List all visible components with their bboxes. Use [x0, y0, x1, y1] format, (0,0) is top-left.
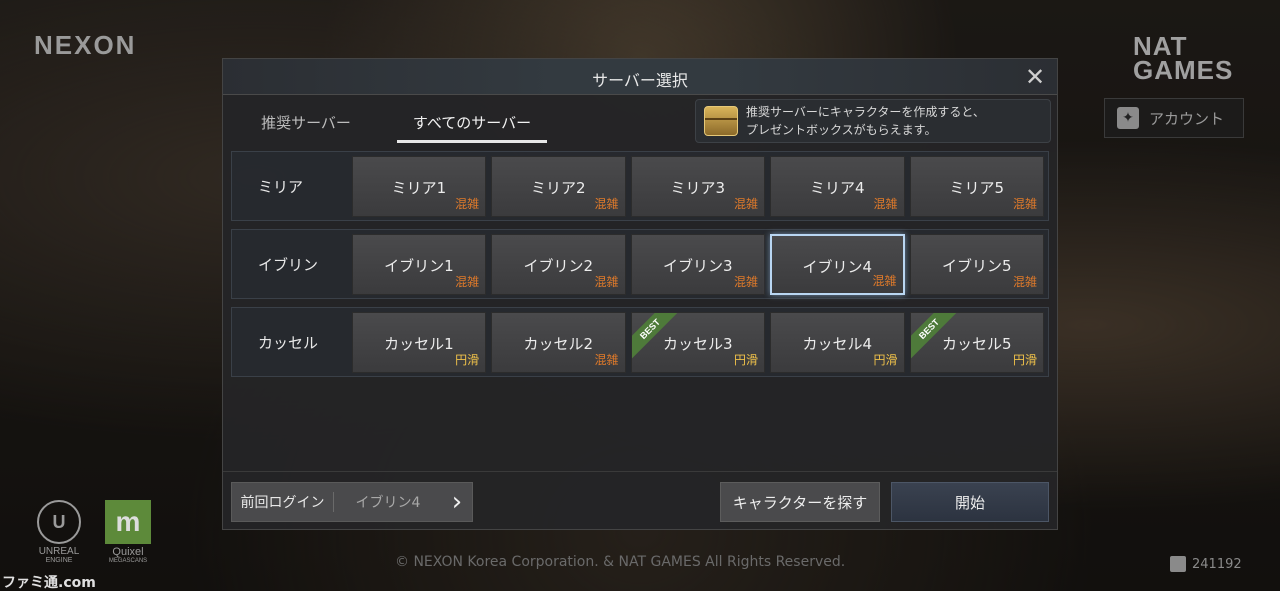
server-tile[interactable]: イブリン5 混雑	[909, 233, 1044, 295]
chevron-right-icon: ›	[451, 487, 463, 517]
last-login-label: 前回ログイン	[232, 492, 334, 512]
last-login-server: イブリン4	[355, 495, 421, 511]
server-status: 混雑	[1012, 196, 1037, 211]
server-tile[interactable]: イブリン2 混雑	[491, 233, 626, 295]
server-status: 混雑	[594, 274, 619, 289]
notice-text: 推奨サーバーにキャラクターを作成すると、 プレゼントボックスがもらえます。	[746, 103, 985, 139]
gift-notice: 推奨サーバーにキャラクターを作成すると、 プレゼントボックスがもらえます。	[695, 99, 1051, 143]
close-icon[interactable]: ✕	[1021, 63, 1049, 91]
server-tile[interactable]: イブリン1 混雑	[351, 233, 487, 295]
server-status: 円滑	[455, 352, 480, 367]
build-info: 241192	[1170, 556, 1242, 572]
start-button[interactable]: 開始	[891, 482, 1049, 522]
quixel-icon: m	[105, 500, 151, 544]
server-tile[interactable]: カッセル2 混雑	[491, 311, 626, 373]
tab-recommended[interactable]: 推奨サーバー	[231, 103, 381, 143]
nexon-logo: NEXON	[34, 30, 137, 60]
server-status: 混雑	[1012, 274, 1037, 289]
server-status: 混雑	[594, 352, 619, 367]
server-tile[interactable]: カッセル4 円滑	[770, 311, 905, 373]
group-name: イブリン	[258, 255, 319, 274]
server-tile[interactable]: ミリア3 混雑	[630, 155, 766, 217]
notice-line-1: 推奨サーバーにキャラクターを作成すると、	[746, 105, 985, 119]
tab-bar: 推奨サーバー すべてのサーバー	[231, 103, 547, 143]
server-select-modal: サーバー選択 ✕ 推奨サーバー すべてのサーバー 推奨サーバーにキャラクターを作…	[222, 58, 1058, 530]
server-status: 混雑	[594, 196, 619, 211]
tab-all-servers[interactable]: すべてのサーバー	[397, 103, 547, 143]
quixel-label: Quixel	[112, 546, 144, 558]
server-status: 混雑	[872, 273, 897, 288]
find-character-button[interactable]: キャラクターを探す	[720, 482, 880, 522]
unreal-label: UNREAL	[38, 546, 80, 557]
server-status: 混雑	[873, 196, 898, 211]
server-tile[interactable]: ミリア2 混雑	[491, 155, 626, 217]
server-tile[interactable]: ミリア1 混雑	[351, 155, 487, 217]
twitter-icon: ✦	[1117, 107, 1139, 129]
server-group-kassel: カッセル カッセル1 円滑 カッセル2 混雑 BEST カッセル3 円滑 カッセル4 円滑…	[231, 307, 1049, 377]
modal-footer: 前回ログイン イブリン4 › キャラクターを探す 開始	[223, 471, 1057, 529]
quixel-logo: m Quixel MEGASCANS	[102, 500, 154, 564]
account-label: アカウント	[1149, 109, 1225, 128]
unreal-engine-logo: U UNREAL ENGINE	[28, 500, 90, 564]
server-status: 混雑	[455, 196, 480, 211]
account-button[interactable]: ✦ アカウント	[1104, 98, 1244, 138]
quixel-sub-label: MEGASCANS	[108, 558, 148, 564]
server-tile[interactable]: イブリン3 混雑	[630, 233, 766, 295]
server-tile[interactable]: カッセル1 円滑	[351, 311, 487, 373]
group-name: ミリア	[258, 177, 304, 196]
server-tile[interactable]: ミリア5 混雑	[909, 155, 1044, 217]
server-status: 円滑	[734, 352, 759, 367]
server-group-milia: ミリア ミリア1 混雑 ミリア2 混雑 ミリア3 混雑 ミリア4 混雑 ミリア5 混雑	[231, 151, 1049, 221]
group-name: カッセル	[258, 333, 319, 352]
nat-games-logo: NAT GAMES	[1133, 33, 1234, 85]
server-groups: ミリア ミリア1 混雑 ミリア2 混雑 ミリア3 混雑 ミリア4 混雑 ミリア5 混雑 イ…	[231, 151, 1049, 385]
server-tile[interactable]: ミリア4 混雑	[770, 155, 905, 217]
build-number: 241192	[1192, 556, 1242, 572]
server-tile[interactable]: BEST カッセル5 円滑	[909, 311, 1044, 373]
unreal-icon: U	[37, 500, 81, 544]
server-tile-selected[interactable]: イブリン4 混雑	[770, 233, 905, 295]
treasure-chest-icon	[704, 106, 738, 136]
last-login-button[interactable]: 前回ログイン イブリン4 ›	[231, 482, 473, 522]
server-status: 混雑	[734, 274, 759, 289]
modal-header: サーバー選択 ✕	[223, 59, 1057, 95]
modal-title: サーバー選択	[592, 71, 688, 90]
server-status: 混雑	[734, 196, 759, 211]
copyright-text: © NEXON Korea Corporation. & NAT GAMES A…	[395, 554, 846, 570]
engine-logos: U UNREAL ENGINE m Quixel MEGASCANS	[28, 500, 154, 564]
server-status: 円滑	[873, 352, 898, 367]
notice-line-2: プレゼントボックスがもらえます。	[746, 123, 937, 137]
server-status: 混雑	[455, 274, 480, 289]
rss-icon	[1170, 556, 1186, 572]
server-status: 円滑	[1012, 352, 1037, 367]
server-tile[interactable]: BEST カッセル3 円滑	[630, 311, 766, 373]
watermark: ファミ通.com	[2, 575, 96, 591]
nat-logo-line2: GAMES	[1133, 55, 1234, 85]
server-group-evelyn: イブリン イブリン1 混雑 イブリン2 混雑 イブリン3 混雑 イブリン4 混雑 イブリ…	[231, 229, 1049, 299]
unreal-sub-label: ENGINE	[45, 557, 73, 564]
